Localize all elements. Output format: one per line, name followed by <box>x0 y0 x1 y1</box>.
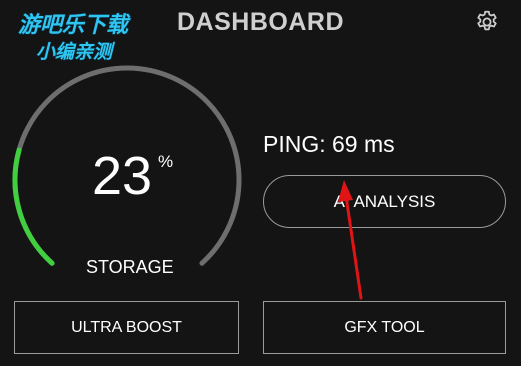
gauge-fill <box>12 147 55 266</box>
ai-analysis-button[interactable]: AI ANALYSIS <box>263 175 506 228</box>
storage-percent-value: 23 <box>92 146 153 206</box>
gear-icon[interactable] <box>474 9 500 35</box>
ping-readout: PING: 69 ms <box>263 131 395 158</box>
storage-percent-unit: % <box>158 152 174 171</box>
ping-unit: ms <box>364 131 395 157</box>
ping-label: PING: <box>263 131 326 157</box>
ping-value: 69 <box>332 131 358 157</box>
gfx-tool-button[interactable]: GFX TOOL <box>263 301 506 354</box>
watermark-line2: 小编亲测 <box>36 41 116 63</box>
ultra-boost-button[interactable]: ULTRA BOOST <box>14 301 239 354</box>
page-title: DASHBOARD <box>177 8 344 36</box>
storage-label: STORAGE <box>86 257 174 277</box>
